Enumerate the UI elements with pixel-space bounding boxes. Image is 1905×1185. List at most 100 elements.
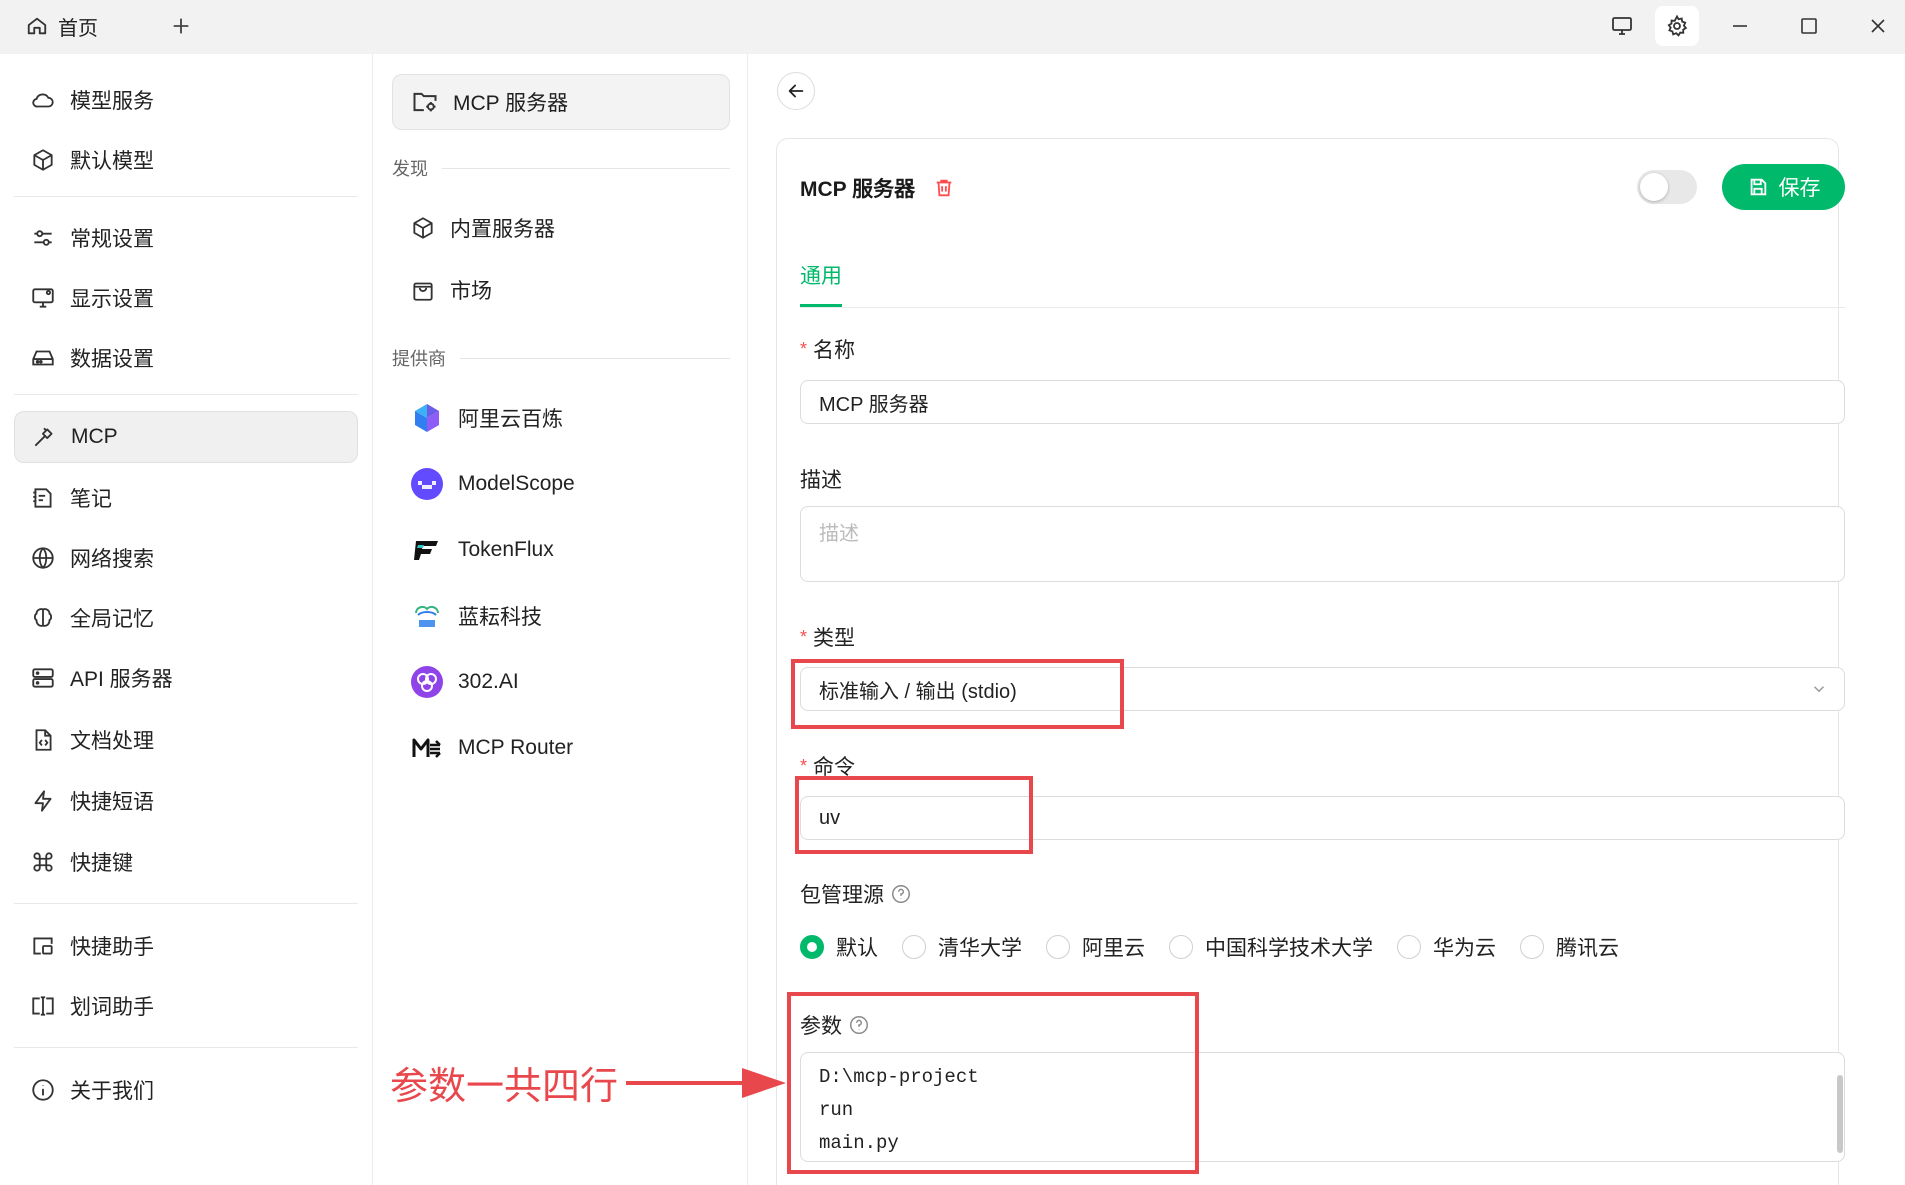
- tab-home[interactable]: 首页: [26, 8, 98, 44]
- text-cursor-icon: [32, 996, 54, 1016]
- radio-label: 中国科学技术大学: [1205, 937, 1373, 960]
- registry-option-aliyun[interactable]: 阿里云: [1046, 932, 1145, 962]
- nav-item-label: 模型服务: [70, 90, 154, 113]
- maximize-icon: [1801, 18, 1817, 34]
- provider-item-aliyun-bailian[interactable]: 阿里云百炼: [410, 394, 710, 442]
- nav-item-label: 快捷助手: [70, 936, 154, 959]
- provider-item-mcp-router[interactable]: MCP Router: [410, 724, 710, 772]
- nav-item-quick-phrases[interactable]: 快捷短语: [14, 775, 358, 827]
- nav-divider: [14, 196, 358, 197]
- nav-item-shortcuts[interactable]: 快捷键: [14, 836, 358, 888]
- hammer-icon: [34, 427, 53, 447]
- provider-item-302ai[interactable]: 302.AI: [410, 658, 710, 706]
- new-tab-button[interactable]: [166, 8, 196, 44]
- aliyun-bailian-logo: [410, 401, 444, 435]
- home-icon: [27, 17, 47, 35]
- nav-item-label: 默认模型: [70, 150, 154, 173]
- shopping-bag-icon: [413, 282, 433, 301]
- provider-label: 302.AI: [458, 670, 519, 693]
- registry-option-tencent[interactable]: 腾讯云: [1520, 932, 1619, 962]
- settings-button[interactable]: [1655, 6, 1699, 46]
- mcp-servers-label: MCP 服务器: [453, 92, 569, 115]
- minimize-button[interactable]: [1718, 6, 1762, 46]
- name-input[interactable]: MCP 服务器: [800, 380, 1845, 424]
- maximize-button[interactable]: [1787, 6, 1831, 46]
- name-label-text: 名称: [813, 339, 856, 362]
- nav-item-label: MCP: [71, 425, 118, 448]
- registry-option-tsinghua[interactable]: 清华大学: [902, 932, 1022, 962]
- server-enabled-toggle[interactable]: [1637, 170, 1697, 204]
- nav-item-label: 网络搜索: [70, 548, 154, 571]
- nav-item-selection-assistant[interactable]: 划词助手: [14, 980, 358, 1032]
- radio-label: 默认: [836, 937, 878, 960]
- section-divider: [460, 357, 730, 359]
- display-icon: [32, 288, 54, 308]
- monitor-icon: [1612, 17, 1632, 35]
- registry-option-default[interactable]: 默认: [800, 932, 878, 962]
- provider-label: TokenFlux: [458, 538, 554, 561]
- nav-item-web-search[interactable]: 网络搜索: [14, 532, 358, 584]
- nav-item-document-processing[interactable]: 文档处理: [14, 714, 358, 766]
- nav-item-api-server[interactable]: API 服务器: [14, 652, 358, 704]
- nav-item-display-settings[interactable]: 显示设置: [14, 272, 358, 324]
- nav-item-label: 快捷短语: [70, 791, 154, 814]
- close-button[interactable]: [1856, 6, 1900, 46]
- nav-item-default-model[interactable]: 默认模型: [14, 134, 358, 186]
- nav-item-mcp[interactable]: MCP: [14, 411, 358, 463]
- description-input[interactable]: 描述: [800, 506, 1845, 582]
- tokenflux-logo: [410, 533, 444, 567]
- cube-icon: [33, 149, 53, 171]
- provider-item-modelscope[interactable]: ModelScope: [410, 460, 710, 508]
- mcp-router-logo: [410, 731, 444, 765]
- drive-icon: [32, 350, 54, 366]
- registry-radio-group: 默认 清华大学 阿里云 中国科学技术大学 华为云 腾讯云: [800, 930, 1643, 964]
- nav-item-data-settings[interactable]: 数据设置: [14, 332, 358, 384]
- arrow-left-icon: [788, 84, 804, 98]
- question-circle-icon[interactable]: [890, 883, 912, 905]
- annotation-text: 参数一共四行: [390, 1064, 619, 1108]
- trash-icon[interactable]: [933, 177, 955, 199]
- annotation-arrow-icon: [626, 1068, 786, 1098]
- nav-item-label: API 服务器: [70, 668, 173, 691]
- package-icon: [413, 217, 433, 239]
- nav-item-label: 常规设置: [70, 228, 154, 251]
- provider-item-tokenflux[interactable]: TokenFlux: [410, 526, 710, 574]
- required-mark: *: [800, 338, 808, 359]
- server-icon: [32, 668, 54, 688]
- mid-item-label: 市场: [450, 280, 492, 303]
- note-icon: [33, 488, 52, 508]
- nav-item-label: 笔记: [70, 488, 112, 511]
- info-icon: [32, 1079, 54, 1101]
- args-scrollbar[interactable]: [1837, 1075, 1843, 1153]
- nav-divider: [14, 1047, 358, 1048]
- save-icon: [1750, 178, 1766, 196]
- settings-sidebar: 模型服务 默认模型 常规设置 显示设置 数据设置 MCP 笔记 网络搜索 全局记…: [0, 54, 373, 1185]
- nav-item-about[interactable]: 关于我们: [14, 1064, 358, 1116]
- provider-label: ModelScope: [458, 472, 575, 495]
- provider-item-lanyun[interactable]: 蓝耘科技: [410, 592, 710, 640]
- nav-item-notes[interactable]: 笔记: [14, 472, 358, 524]
- file-code-icon: [35, 729, 52, 751]
- display-mode-button[interactable]: [1600, 6, 1644, 46]
- toggle-knob: [1640, 173, 1668, 201]
- nav-item-model-service[interactable]: 模型服务: [14, 74, 358, 126]
- section-discover: 发现: [392, 156, 730, 180]
- mcp-servers-item[interactable]: MCP 服务器: [392, 74, 730, 130]
- marketplace-item[interactable]: 市场: [410, 266, 710, 314]
- registry-option-ustc[interactable]: 中国科学技术大学: [1169, 932, 1373, 962]
- tabs-divider: [800, 307, 1845, 308]
- builtin-servers-item[interactable]: 内置服务器: [410, 204, 710, 252]
- back-button[interactable]: [777, 72, 815, 110]
- nav-item-global-memory[interactable]: 全局记忆: [14, 592, 358, 644]
- nav-item-label: 数据设置: [70, 348, 154, 371]
- save-button[interactable]: 保存: [1722, 164, 1845, 210]
- radio-label: 腾讯云: [1556, 937, 1619, 960]
- sliders-icon: [34, 230, 52, 246]
- nav-item-general-settings[interactable]: 常规设置: [14, 212, 358, 264]
- mcp-sidebar: MCP 服务器 发现 内置服务器 市场 提供商 阿里云百炼 ModelScope…: [374, 54, 748, 1185]
- nav-item-quick-assistant[interactable]: 快捷助手: [14, 920, 358, 972]
- provider-label: MCP Router: [458, 736, 574, 759]
- tab-general[interactable]: 通用: [800, 260, 842, 290]
- close-icon: [1871, 19, 1885, 33]
- registry-option-huawei[interactable]: 华为云: [1397, 932, 1496, 962]
